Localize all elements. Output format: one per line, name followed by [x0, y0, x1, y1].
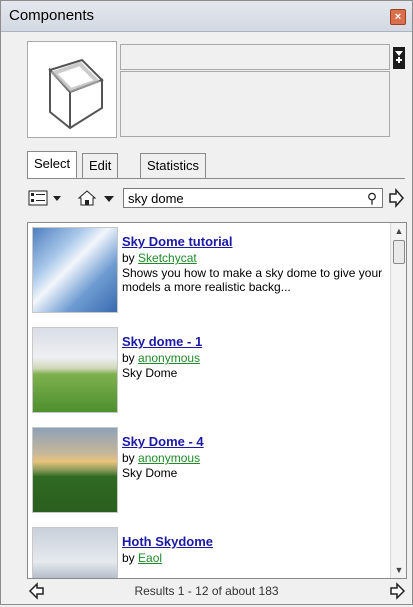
result-title-link[interactable]: Sky dome - 1 — [122, 334, 202, 349]
triangle-down-icon — [104, 196, 114, 202]
close-button[interactable]: × — [390, 9, 406, 25]
by-label: by — [122, 351, 135, 365]
search-input[interactable] — [124, 189, 362, 207]
details-button[interactable] — [393, 47, 405, 69]
title-bar: Components × — [1, 1, 412, 32]
scroll-up-icon[interactable]: ▲ — [391, 223, 406, 239]
scroll-down-icon[interactable]: ▼ — [391, 562, 406, 578]
sky-dome-thumbnail — [32, 227, 118, 313]
by-label: by — [122, 251, 135, 265]
sky-dome-thumbnail — [32, 327, 118, 413]
details-arrow-icon — [393, 47, 405, 69]
result-byline: by Eaol — [122, 551, 162, 565]
arrow-right-icon — [389, 188, 404, 208]
tab-statistics[interactable]: Statistics — [140, 153, 207, 178]
list-item[interactable]: Sky dome - 1 by anonymous Sky Dome — [28, 323, 388, 423]
results-scrollbar[interactable]: ▲ ▼ — [390, 223, 406, 578]
result-byline: by Sketchycat — [122, 251, 197, 265]
component-name-field[interactable] — [120, 44, 390, 70]
view-options-button[interactable] — [27, 188, 67, 208]
tab-select[interactable]: Select — [27, 151, 78, 178]
result-title-link[interactable]: Sky Dome - 4 — [122, 434, 204, 449]
search-go-button[interactable] — [387, 187, 405, 209]
magnifier-icon[interactable]: ⚲ — [364, 188, 380, 208]
result-author-link[interactable]: anonymous — [138, 351, 200, 365]
wireframe-box-icon — [48, 58, 104, 130]
list-item[interactable]: Sky Dome tutorial by Sketchycat Shows yo… — [28, 223, 388, 323]
arrow-right-icon — [390, 582, 406, 600]
results-list: Sky Dome tutorial by Sketchycat Shows yo… — [27, 222, 407, 579]
scroll-thumb[interactable] — [393, 240, 405, 264]
components-window: Components × Select Edit Statistics sky … — [0, 0, 413, 605]
list-item[interactable]: Sky Dome - 4 by anonymous Sky Dome — [28, 423, 388, 523]
home-icon — [77, 190, 97, 206]
result-author-link[interactable]: anonymous — [138, 451, 200, 465]
result-description: Shows you how to make a sky dome to give… — [122, 266, 383, 294]
result-title-link[interactable]: Hoth Skydome — [122, 534, 213, 549]
home-button[interactable] — [77, 188, 97, 208]
by-label: by — [122, 551, 135, 565]
list-item[interactable]: Hoth Skydome by Eaol — [28, 523, 388, 578]
tab-edit[interactable]: Edit — [82, 153, 119, 178]
sky-dome-thumbnail — [32, 427, 118, 513]
sky-dome-thumbnail — [32, 527, 118, 578]
component-thumbnail — [27, 41, 117, 138]
result-title-link[interactable]: Sky Dome tutorial — [122, 234, 233, 249]
result-author-link[interactable]: Sketchycat — [138, 251, 197, 265]
tab-divider — [27, 178, 405, 179]
navigation-dropdown-button[interactable] — [101, 188, 117, 208]
list-view-icon — [28, 190, 61, 206]
by-label: by — [122, 451, 135, 465]
search-box[interactable] — [123, 188, 383, 208]
window-title: Components — [9, 7, 95, 24]
result-author-link[interactable]: Eaol — [138, 551, 162, 565]
result-description: Sky Dome — [122, 366, 178, 380]
component-description-field[interactable] — [120, 71, 390, 137]
result-description: Sky Dome — [122, 466, 178, 480]
results-count: Results 1 - 12 of about 183 — [134, 584, 279, 598]
result-byline: by anonymous — [122, 451, 200, 465]
result-byline: by anonymous — [122, 351, 200, 365]
next-page-button[interactable] — [387, 581, 407, 601]
